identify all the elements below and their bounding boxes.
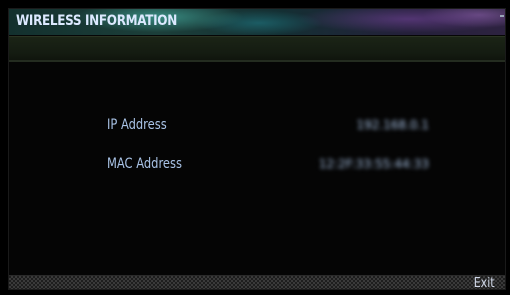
page-title: WIRELESS INFORMATION [16,13,177,29]
display-panel: WIRELESS INFORMATION IP Address 192.168.… [8,8,506,290]
ip-address-value: 192.168.0.1 [356,118,429,132]
title-bar: WIRELESS INFORMATION [9,9,505,35]
function-bar: Exit [9,275,505,289]
ip-address-label: IP Address [107,117,167,133]
mac-address-value: 12:2F:33:55:44:33 [318,157,429,171]
mac-address-label: MAC Address [107,156,182,172]
mac-address-row: MAC Address 12:2F:33:55:44:33 [9,156,505,178]
info-panel: IP Address 192.168.0.1 MAC Address 12:2F… [9,62,505,276]
device-screen: WIRELESS INFORMATION IP Address 192.168.… [0,0,510,295]
title-bar-corner-mark [500,15,504,17]
header-band [9,36,505,61]
ip-address-row: IP Address 192.168.0.1 [9,117,505,139]
exit-button[interactable]: Exit [474,276,495,289]
